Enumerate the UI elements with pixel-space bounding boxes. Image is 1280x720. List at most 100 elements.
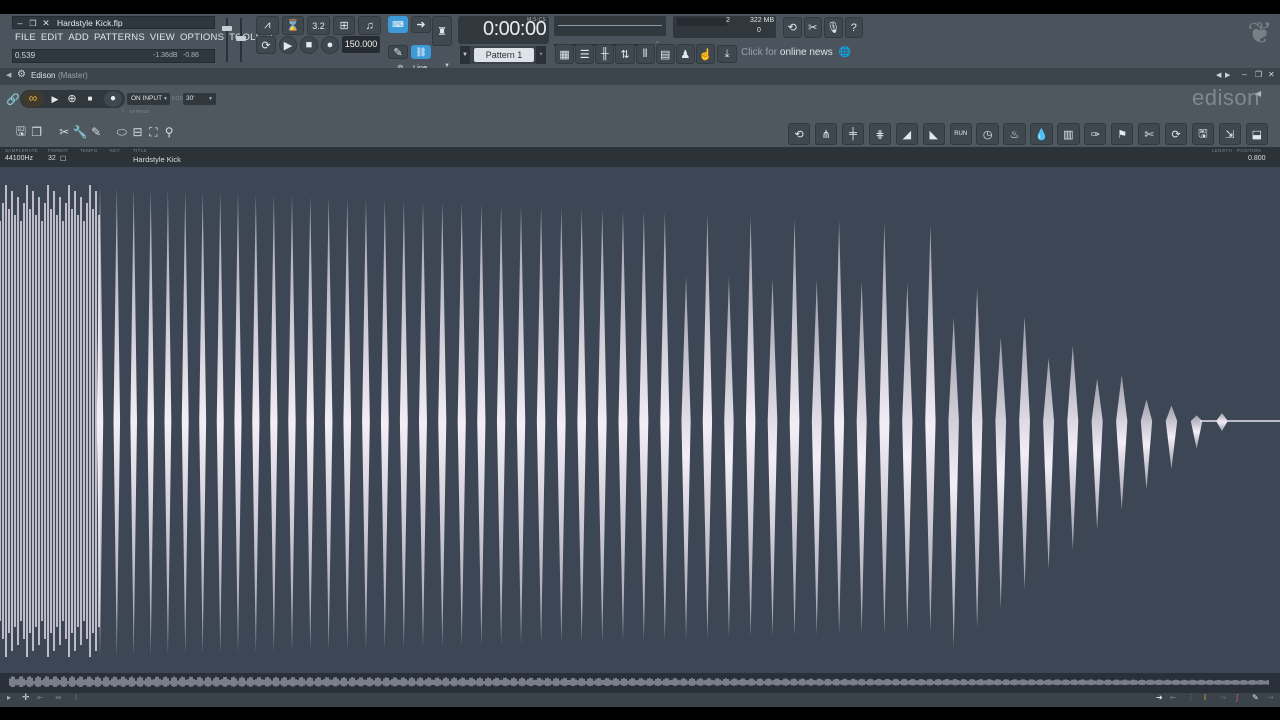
equalizer-icon[interactable]: ▥ xyxy=(1057,123,1080,145)
normalize-icon[interactable]: ╪ xyxy=(841,123,865,145)
cut-tool-icon[interactable]: ✂ xyxy=(803,17,822,38)
tempo-icon[interactable]: ⇅ xyxy=(615,44,635,64)
brush-icon[interactable]: ✑ xyxy=(1084,123,1107,145)
blend-notes-icon[interactable]: ♫ xyxy=(358,16,381,35)
minimize-icon[interactable]: – xyxy=(1242,69,1247,79)
zoom-icon[interactable]: ✎ xyxy=(1252,693,1259,702)
zoom-time-icon[interactable]: ⊟ xyxy=(132,125,144,139)
stop-icon[interactable]: ■ xyxy=(300,36,318,54)
online-news-link[interactable]: Click for online news 🌐 xyxy=(741,47,851,61)
close-icon[interactable]: ✕ xyxy=(1268,70,1275,79)
collapse-icon[interactable]: ◀ xyxy=(6,71,11,79)
undo-icon[interactable]: ⟲ xyxy=(783,17,802,38)
arrow-icon[interactable]: ➜ xyxy=(411,16,431,33)
duration-select[interactable]: 30' ▼ xyxy=(183,93,216,105)
sample-title[interactable]: Hardstyle Kick xyxy=(133,155,181,164)
mic-icon[interactable]: 🎙 xyxy=(824,17,843,38)
stretch-icon[interactable]: ⋔ xyxy=(814,123,838,145)
scroll-left-icon[interactable]: ⇤ xyxy=(1170,693,1177,702)
zoom-fit-icon[interactable]: ⛶ xyxy=(147,125,159,139)
metronome-tool-icon[interactable]: ♜ xyxy=(432,16,452,46)
mixer-icon[interactable]: ⫴ xyxy=(635,44,655,64)
restore-icon[interactable]: ❐ xyxy=(1255,70,1262,79)
restore-icon[interactable]: ❐ xyxy=(28,17,38,29)
touch-keyboard-icon[interactable]: ☝ xyxy=(695,44,715,64)
time-display[interactable]: 0:00:00 M:S:CS xyxy=(458,16,549,44)
menu-add[interactable]: ADD xyxy=(68,32,89,46)
record-icon[interactable]: ● xyxy=(104,91,122,107)
append-icon[interactable]: ◌ xyxy=(121,108,125,114)
pencil-icon[interactable]: ✎ xyxy=(90,125,102,139)
typing-keyboard-icon[interactable]: ⌨ xyxy=(388,16,408,33)
noise-icon[interactable]: ♨ xyxy=(1003,123,1026,145)
envelope-icon[interactable]: ∫ xyxy=(1236,693,1238,702)
export-icon[interactable]: ⬓ xyxy=(1245,123,1268,145)
bits-value[interactable]: 32 xyxy=(48,155,56,162)
download-icon[interactable]: ⤓ xyxy=(717,45,737,63)
copy-icon[interactable]: ❐ xyxy=(31,125,43,139)
minimize-icon[interactable]: – xyxy=(15,17,25,29)
menu-patterns[interactable]: PATTERNS xyxy=(94,32,145,46)
marker-icon[interactable]: ⚑ xyxy=(1111,123,1134,145)
more-icon[interactable]: ⇢ xyxy=(1267,693,1274,702)
master-volume-slider[interactable] xyxy=(222,18,232,64)
drop-icon[interactable]: 💧 xyxy=(1030,123,1053,145)
close-icon[interactable]: ✕ xyxy=(41,17,51,29)
input-trigger-select[interactable]: ON INPUT ▼ xyxy=(127,93,170,105)
step-edit-icon[interactable]: ⊞ xyxy=(332,16,356,35)
piano-roll-icon[interactable]: ╫ xyxy=(595,44,615,64)
wait-input-icon[interactable]: ⌛ xyxy=(281,16,305,35)
cut-icon[interactable]: ✂ xyxy=(58,125,70,139)
arrow-right-icon[interactable]: ▸ xyxy=(7,693,11,702)
grid-icon[interactable]: ⋮ xyxy=(1187,693,1195,702)
cursor-play-icon[interactable]: ⊕ xyxy=(63,91,81,107)
pencil-icon[interactable]: ✎ xyxy=(388,45,408,59)
fade-in-icon[interactable]: ◢ xyxy=(895,123,919,145)
menu-file[interactable]: FILE xyxy=(15,32,36,46)
loop-icon[interactable]: ∞ xyxy=(22,91,44,107)
master-pitch-slider[interactable] xyxy=(236,18,246,64)
samplerate-value[interactable]: 44100Hz xyxy=(5,155,33,162)
stop-icon[interactable]: ■ xyxy=(81,91,99,107)
help-icon[interactable]: ? xyxy=(844,17,863,38)
pattern-selector[interactable]: ▼ Pattern 1 + xyxy=(460,46,546,64)
collapse-icon[interactable]: ◀ xyxy=(1255,89,1261,98)
song-mode-icon[interactable]: ⟳ xyxy=(256,36,276,54)
reverse-icon[interactable]: ⟲ xyxy=(788,123,811,145)
slice-icon[interactable]: ✄ xyxy=(1137,123,1161,145)
loop-region-icon[interactable]: ⤳ xyxy=(1220,693,1226,703)
plugin-icon[interactable]: ♟ xyxy=(675,44,695,64)
smooth-icon[interactable]: ⌇ xyxy=(74,693,78,702)
playlist-icon[interactable]: ▦ xyxy=(555,44,575,64)
plus-icon[interactable]: + xyxy=(536,46,546,64)
clock-icon[interactable]: ◷ xyxy=(976,123,999,145)
menu-view[interactable]: VIEW xyxy=(150,32,175,46)
search-icon[interactable]: ⚲ xyxy=(163,125,175,139)
stretch-icon[interactable]: ⇹ xyxy=(55,693,62,702)
declick-icon[interactable]: ⋕ xyxy=(868,123,892,145)
link-icon[interactable]: 🔗 xyxy=(6,93,20,106)
refresh-icon[interactable]: ⟳ xyxy=(1164,123,1188,145)
save-icon[interactable]: 🖫 xyxy=(15,124,27,139)
run-icon[interactable]: RUN xyxy=(949,123,972,145)
zoom-region-icon[interactable]: ⬭ xyxy=(116,125,128,139)
gear-icon[interactable]: ⚙ xyxy=(17,69,26,80)
tempo-display[interactable]: 150.000 xyxy=(342,36,380,53)
waveform-view[interactable] xyxy=(0,167,1280,673)
shrink-icon[interactable]: ⇤ xyxy=(37,693,44,702)
drag-icon[interactable]: ⇲ xyxy=(1218,123,1242,145)
play-icon[interactable]: ▶ xyxy=(279,36,297,54)
metronome-icon[interactable]: ⩘ xyxy=(256,16,279,35)
move-icon[interactable]: ✛ xyxy=(22,692,30,703)
fade-out-icon[interactable]: ◣ xyxy=(922,123,945,145)
countdown-icon[interactable]: 3.2 xyxy=(307,16,330,35)
marker-icon[interactable]: ǀ xyxy=(1204,693,1206,702)
record-icon[interactable]: ● xyxy=(321,36,339,54)
link-icon[interactable]: ⛓ xyxy=(411,45,431,59)
wrench-icon[interactable]: 🔧 xyxy=(73,125,88,139)
waveform-overview[interactable] xyxy=(0,673,1280,693)
channel-rack-icon[interactable]: ☰ xyxy=(575,44,595,64)
arrow-left-icon[interactable]: ◀ xyxy=(1216,71,1221,79)
play-icon[interactable]: ▶ xyxy=(46,91,64,107)
save-disk-icon[interactable]: 🖫 xyxy=(1191,123,1215,145)
